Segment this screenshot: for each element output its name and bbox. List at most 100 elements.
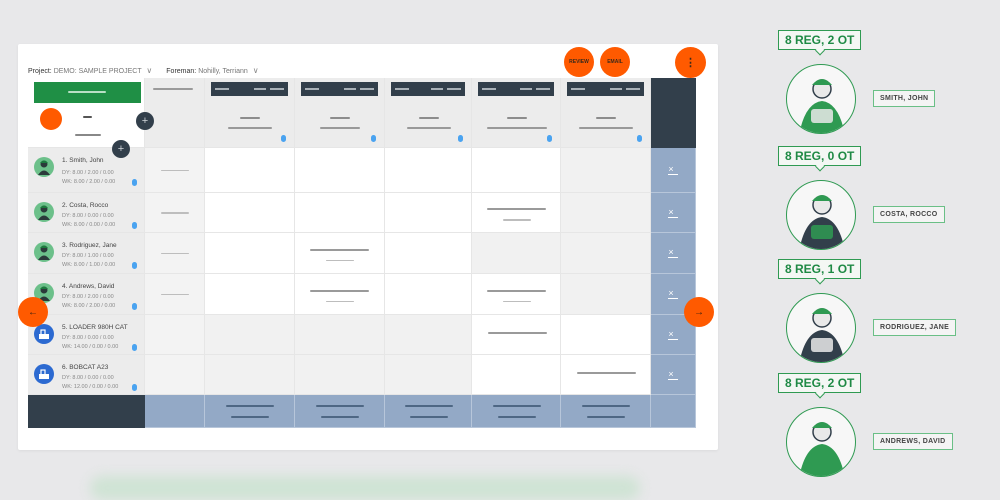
worker-illustration — [786, 407, 856, 477]
project-selector[interactable]: Project: DEMO: SAMPLE PROJECT ∨ — [28, 66, 152, 75]
email-button[interactable]: EMAIL — [600, 47, 630, 77]
footer-total-cell — [385, 395, 472, 428]
plus-icon: + — [117, 143, 125, 155]
time-entry-cell[interactable] — [145, 355, 205, 395]
time-entry-cell[interactable] — [295, 355, 385, 395]
time-entry-cell[interactable] — [205, 193, 295, 233]
day-header-bar[interactable] — [391, 82, 465, 96]
arrow-left-icon: ← — [28, 306, 38, 318]
time-entry-cell[interactable] — [472, 148, 561, 193]
crew-row-label[interactable]: 3. Rodriguez, Jane DY: 8.00 / 1.00 / 0.0… — [28, 233, 145, 274]
header-text-placeholder — [418, 117, 439, 119]
project-value: DEMO: SAMPLE PROJECT — [53, 67, 142, 75]
time-entry-cell[interactable] — [561, 274, 651, 315]
info-pill-icon[interactable] — [281, 135, 286, 142]
total-subtext-placeholder — [497, 416, 536, 418]
more-options-button[interactable]: ⋮ — [675, 47, 706, 78]
header-text-placeholder — [240, 117, 260, 119]
previous-button[interactable]: ← — [18, 297, 48, 327]
time-entry-cell[interactable] — [145, 315, 205, 355]
header-col-4 — [385, 78, 472, 148]
row-week-hours: WK: 14.00 / 0.00 / 0.00 — [62, 344, 119, 350]
crew-row-label[interactable]: 5. LOADER 980H CAT DY: 8.00 / 0.00 / 0.0… — [28, 315, 145, 355]
time-entry-cell[interactable] — [561, 148, 651, 193]
review-button[interactable]: REVIEW — [564, 47, 594, 77]
close-icon: × — [668, 329, 678, 340]
info-pill-icon[interactable] — [637, 135, 642, 142]
header-col-2 — [205, 78, 295, 148]
time-entry-cell[interactable] — [385, 355, 472, 395]
time-entry-cell[interactable] — [385, 274, 472, 315]
time-entry-cell[interactable] — [472, 193, 561, 233]
time-entry-cell[interactable] — [472, 315, 561, 355]
remove-row-button[interactable]: × — [651, 355, 696, 395]
time-entry-cell[interactable] — [295, 148, 385, 193]
time-entry-cell[interactable] — [472, 355, 561, 395]
header-text-placeholder — [330, 117, 350, 119]
remove-row-button[interactable]: × — [651, 148, 696, 193]
next-button[interactable]: → — [684, 297, 714, 327]
worker-illustration — [786, 180, 856, 250]
info-pill-icon[interactable] — [547, 135, 552, 142]
info-pill-icon[interactable] — [132, 179, 137, 186]
day-header-bar[interactable] — [301, 82, 378, 96]
time-entry-cell[interactable] — [385, 233, 472, 274]
row-week-hours: WK: 12.00 / 0.00 / 0.00 — [62, 384, 119, 390]
time-entry-cell[interactable] — [145, 148, 205, 193]
remove-row-button[interactable]: × — [651, 193, 696, 233]
add-row-button[interactable]: + — [112, 140, 130, 158]
close-icon: × — [668, 369, 678, 380]
header-col-6 — [561, 78, 651, 148]
decorative-glow — [90, 476, 640, 500]
footer-total-cell — [295, 395, 385, 428]
info-pill-icon[interactable] — [371, 135, 376, 142]
info-pill-icon[interactable] — [132, 262, 137, 269]
time-entry-cell[interactable] — [561, 233, 651, 274]
row-name: 3. Rodriguez, Jane — [62, 242, 117, 249]
summary-banner — [34, 82, 141, 103]
remove-row-button[interactable]: × — [651, 233, 696, 274]
time-entry-cell[interactable] — [205, 233, 295, 274]
time-entry-cell[interactable] — [385, 148, 472, 193]
info-pill-icon[interactable] — [458, 135, 463, 142]
time-entry-cell[interactable] — [145, 274, 205, 315]
day-header-bar[interactable] — [478, 82, 554, 96]
entry-subtext-placeholder — [326, 300, 354, 302]
time-entry-cell[interactable] — [205, 315, 295, 355]
time-entry-cell[interactable] — [295, 193, 385, 233]
entry-subtext-placeholder — [502, 219, 531, 221]
header-subtext-placeholder — [486, 127, 547, 129]
time-entry-cell[interactable] — [205, 355, 295, 395]
time-entry-cell[interactable] — [295, 233, 385, 274]
time-entry-cell[interactable] — [205, 274, 295, 315]
row-week-hours: WK: 8.00 / 1.00 / 0.00 — [62, 262, 116, 268]
timesheet-grid: + 1. Smith, John DY: 8.00 / 2.00 / 0.00 … — [28, 78, 696, 428]
time-entry-cell[interactable] — [472, 233, 561, 274]
day-header-bar[interactable] — [567, 82, 644, 96]
info-pill-icon[interactable] — [132, 303, 137, 310]
crew-row-label[interactable]: 2. Costa, Rocco DY: 8.00 / 0.00 / 0.00 W… — [28, 193, 145, 233]
info-pill-icon[interactable] — [132, 384, 137, 391]
row-day-hours: DY: 8.00 / 0.00 / 0.00 — [62, 375, 114, 381]
close-icon: × — [668, 248, 678, 258]
status-dot[interactable] — [40, 108, 62, 130]
time-entry-cell[interactable] — [472, 274, 561, 315]
time-entry-cell[interactable] — [145, 193, 205, 233]
day-header-bar[interactable] — [211, 82, 288, 96]
time-entry-cell[interactable] — [145, 233, 205, 274]
info-pill-icon[interactable] — [132, 344, 137, 351]
time-entry-cell[interactable] — [561, 355, 651, 395]
info-pill-icon[interactable] — [132, 222, 137, 229]
foreman-selector[interactable]: Foreman: Nohilly, Terriann ∨ — [166, 66, 258, 75]
crew-row-label[interactable]: 6. BOBCAT A23 DY: 8.00 / 0.00 / 0.00 WK:… — [28, 355, 145, 395]
time-entry-cell[interactable] — [295, 315, 385, 355]
time-entry-cell[interactable] — [295, 274, 385, 315]
add-column-button[interactable]: + — [136, 112, 154, 130]
time-entry-cell[interactable] — [561, 193, 651, 233]
project-label: Project: — [28, 67, 52, 75]
time-entry-cell[interactable] — [385, 315, 472, 355]
time-entry-cell[interactable] — [561, 315, 651, 355]
time-entry-cell[interactable] — [205, 148, 295, 193]
summary-text-placeholder — [83, 116, 92, 118]
time-entry-cell[interactable] — [385, 193, 472, 233]
